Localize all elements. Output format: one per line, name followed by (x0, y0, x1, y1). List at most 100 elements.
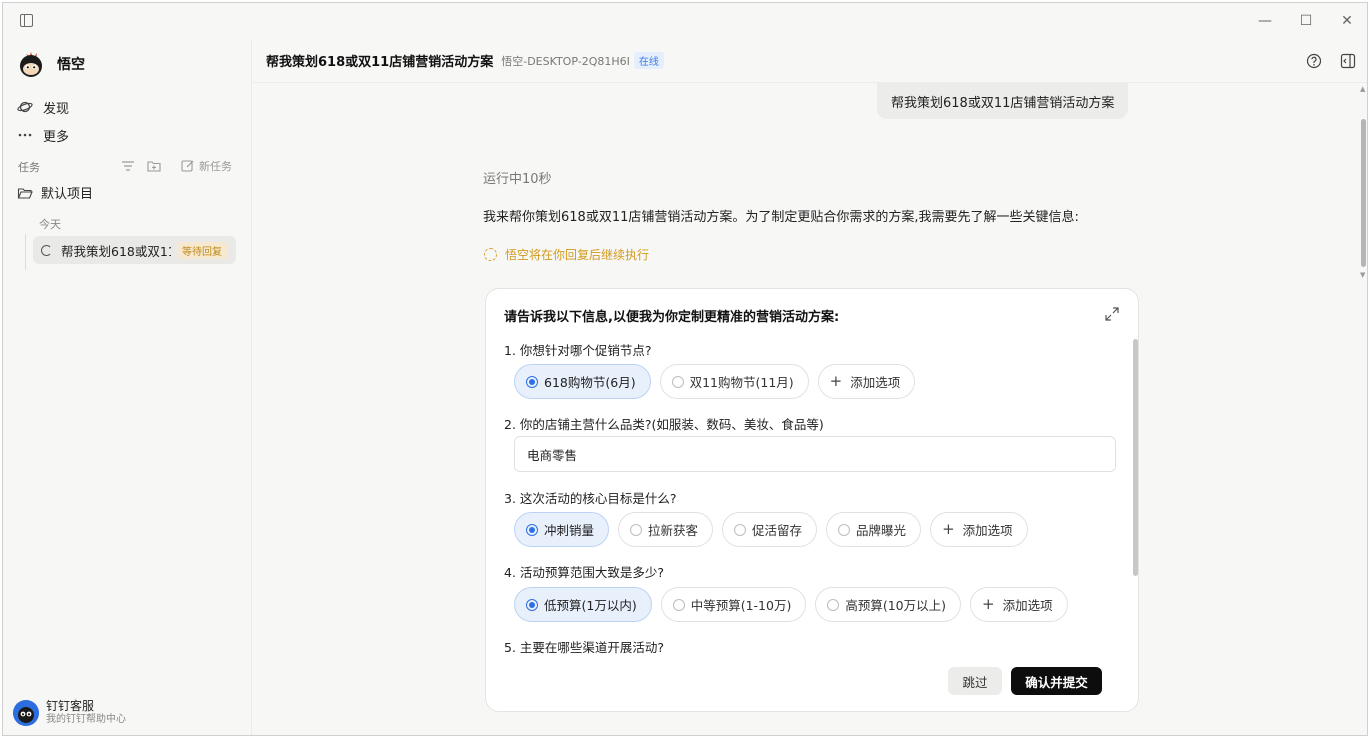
device-name: 悟空-DESKTOP-2Q81H6I (501, 54, 630, 68)
waiting-notice: 悟空将在你回复后继续执行 (484, 246, 649, 263)
skip-button[interactable]: 跳过 (948, 667, 1002, 695)
sidebar: 悟空 发现 更多 任务 新任务 默认项目 今天 帮我策划618或双1 等待回复 … (3, 39, 252, 735)
tree-line (25, 234, 26, 270)
radio-selected-icon (526, 375, 538, 388)
scroll-up-arrow-icon[interactable]: ▲ (1360, 85, 1365, 93)
radio-icon (827, 598, 840, 611)
nav-discover[interactable]: 发现 (17, 96, 69, 118)
side-panel-icon[interactable] (1340, 53, 1356, 69)
option-label: 促活留存 (752, 523, 803, 538)
option-retention[interactable]: 促活留存 (722, 512, 818, 547)
question-3-options: 冲刺销量 拉新获客 促活留存 品牌曝光 + 添加选项 (514, 512, 1028, 547)
edit-icon (181, 159, 195, 173)
close-button[interactable]: ✕ (1333, 9, 1361, 33)
support-name: 钉钉客服 (46, 699, 95, 713)
add-option-button[interactable]: + 添加选项 (970, 587, 1068, 622)
question-5-label: 5. 主要在哪些渠道开展活动? (504, 640, 665, 655)
add-option-label: 添加选项 (1002, 598, 1053, 613)
title-bar: — ☐ ✕ (3, 3, 1367, 39)
option-label: 品牌曝光 (856, 523, 907, 538)
option-acquire-customers[interactable]: 拉新获客 (618, 512, 714, 547)
option-double-11[interactable]: 双11购物节(11月) (659, 364, 809, 399)
chat-header: 帮我策划618或双11店铺营销活动方案 悟空-DESKTOP-2Q81H6I 在… (253, 39, 1367, 83)
option-618[interactable]: 618购物节(6月) (514, 364, 651, 399)
waiting-spinner-icon (484, 248, 497, 261)
task-status-badge: 等待回复 (177, 241, 227, 259)
support-subtitle: 我的钉钉帮助中心 (46, 714, 126, 725)
question-4-options: 低预算(1万以内) 中等预算(1-10万) 高预算(10万以上) + 添加选项 (514, 587, 1068, 622)
minimize-button[interactable]: — (1251, 9, 1279, 33)
option-label: 高预算(10万以上) (845, 598, 947, 613)
option-mid-budget[interactable]: 中等预算(1-10万) (660, 587, 807, 622)
option-label: 双11购物节(11月) (689, 375, 794, 390)
option-brand-exposure[interactable]: 品牌曝光 (826, 512, 922, 547)
maximize-button[interactable]: ☐ (1292, 9, 1320, 33)
chat-scrollbar[interactable] (1361, 119, 1366, 267)
option-label: 中等预算(1-10万) (690, 598, 792, 613)
radio-icon (672, 598, 685, 611)
nav-discover-label: 发现 (43, 101, 70, 117)
filter-icon[interactable] (121, 159, 135, 173)
online-status-badge: 在线 (633, 52, 664, 69)
plus-icon: + (829, 372, 843, 390)
task-item[interactable]: 帮我策划618或双11店铺营销活动方案 等待回复 (33, 236, 236, 264)
new-task-button[interactable]: 新任务 (181, 158, 232, 174)
help-icon[interactable] (1306, 53, 1322, 69)
app-window: — ☐ ✕ 悟空 发现 更多 任务 新任务 默认项目 今天 帮我策划618或双1… (2, 2, 1368, 736)
category-input[interactable] (514, 436, 1116, 472)
group-label-today: 今天 (39, 218, 61, 231)
radio-selected-icon (526, 598, 538, 611)
waiting-text: 悟空将在你回复后继续执行 (505, 248, 650, 262)
form-scrollbar[interactable] (1133, 339, 1138, 576)
project-default[interactable]: 默认项目 (17, 183, 93, 202)
option-boost-sales[interactable]: 冲刺销量 (514, 512, 610, 547)
add-option-label: 添加选项 (962, 523, 1013, 538)
sidebar-toggle-icon[interactable] (20, 14, 33, 27)
loading-spinner-icon (41, 244, 52, 256)
radio-icon (734, 523, 747, 536)
support-avatar (13, 700, 39, 726)
radio-selected-icon (526, 523, 538, 536)
new-task-label: 新任务 (199, 160, 232, 173)
form-title: 请告诉我以下信息,以便我为你定制更精准的营销活动方案: (504, 310, 840, 325)
brand: 悟空 (17, 49, 85, 79)
plus-icon: + (982, 595, 995, 613)
nav-more[interactable]: 更多 (17, 124, 69, 146)
support-text: 钉钉客服 我的钉钉帮助中心 (46, 699, 126, 727)
planet-icon (17, 99, 33, 115)
scroll-down-arrow-icon[interactable]: ▼ (1360, 271, 1365, 279)
question-form-card: 请告诉我以下信息,以便我为你定制更精准的营销活动方案: 1. 你想针对哪个促销节… (485, 288, 1139, 712)
radio-icon (630, 523, 643, 536)
option-high-budget[interactable]: 高预算(10万以上) (815, 587, 962, 622)
add-option-button[interactable]: + 添加选项 (817, 364, 916, 399)
option-label: 低预算(1万以内) (544, 598, 637, 613)
tasks-section-label: 任务 (18, 161, 40, 174)
add-option-label: 添加选项 (850, 375, 901, 390)
user-message-bubble: 帮我策划618或双11店铺营销活动方案 (877, 83, 1129, 119)
wukong-logo-icon (17, 50, 45, 78)
plus-icon: + (942, 520, 955, 538)
brand-name: 悟空 (57, 57, 85, 73)
assistant-reply: 我来帮你策划618或双11店铺营销活动方案。为了制定更贴合你需求的方案,我需要先… (483, 210, 1079, 225)
support-entry[interactable]: 钉钉客服 我的钉钉帮助中心 (13, 699, 126, 727)
submit-button[interactable]: 确认并提交 (1011, 667, 1102, 695)
folder-open-icon (17, 185, 33, 201)
option-label: 冲刺销量 (544, 523, 595, 538)
option-label: 618购物节(6月) (544, 375, 636, 390)
nav-more-label: 更多 (43, 129, 70, 145)
form-actions: 跳过 确认并提交 (948, 667, 1102, 695)
new-folder-icon[interactable] (147, 159, 161, 173)
question-3-label: 3. 这次活动的核心目标是什么? (504, 491, 677, 506)
main-panel: 帮我策划618或双11店铺营销活动方案 悟空-DESKTOP-2Q81H6I 在… (253, 39, 1367, 735)
chat-title: 帮我策划618或双11店铺营销活动方案 (266, 55, 494, 70)
question-1-label: 1. 你想针对哪个促销节点? (504, 343, 652, 358)
question-1-options: 618购物节(6月) 双11购物节(11月) + 添加选项 (514, 364, 916, 399)
question-4-label: 4. 活动预算范围大致是多少? (504, 565, 665, 580)
tasks-toolbar: 新任务 (121, 158, 232, 174)
radio-icon (671, 375, 684, 388)
task-title: 帮我策划618或双11店铺营销活动方案 (61, 243, 171, 259)
expand-icon[interactable] (1105, 307, 1119, 321)
option-label: 拉新获客 (648, 523, 699, 538)
option-low-budget[interactable]: 低预算(1万以内) (514, 587, 652, 622)
add-option-button[interactable]: + 添加选项 (930, 512, 1028, 547)
